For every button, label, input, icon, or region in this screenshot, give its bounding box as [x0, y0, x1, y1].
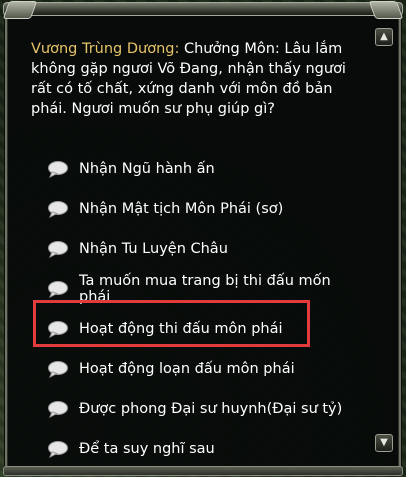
speech-bubble-icon	[48, 401, 68, 418]
speech-bubble-icon	[48, 441, 68, 458]
option-nhan-tu-luyen-chau[interactable]: Nhận Tu Luyện Châu	[47, 229, 347, 269]
npc-name: Vương Trùng Dương:	[31, 41, 180, 57]
option-label: Nhận Tu Luyện Châu	[79, 241, 228, 257]
dialog-message: Vương Trùng Dương: Chưởng Môn: Lâu lắm k…	[31, 39, 361, 119]
highlight-box	[33, 300, 310, 347]
option-nhan-ngu-hanh-an[interactable]: Nhận Ngũ hành ấn	[47, 149, 347, 189]
speech-bubble-icon	[48, 201, 68, 218]
speech-bubble-icon	[48, 361, 68, 378]
option-label: Nhận Mật tịch Môn Phái (sơ)	[79, 201, 284, 217]
speech-bubble-icon	[48, 241, 68, 258]
option-label: Để ta suy nghĩ sau	[79, 441, 215, 457]
option-nhan-mat-tich[interactable]: Nhận Mật tịch Môn Phái (sơ)	[47, 189, 347, 229]
option-label: Hoạt động loạn đấu môn phái	[79, 361, 295, 377]
option-label: Nhận Ngũ hành ấn	[79, 161, 215, 177]
scroll-up-button[interactable]: ▲	[375, 28, 393, 46]
speech-bubble-icon	[48, 161, 68, 178]
speech-bubble-icon	[48, 281, 68, 298]
option-dai-su-huynh[interactable]: Được phong Đại sư huynh(Đại sư tỷ)	[47, 389, 347, 429]
scroll-down-button[interactable]: ▼	[375, 434, 393, 452]
option-hoat-dong-loan-dau[interactable]: Hoạt động loạn đấu môn phái	[47, 349, 347, 389]
option-label: Được phong Đại sư huynh(Đại sư tỷ)	[79, 401, 343, 417]
npc-dialog: ▲ ▼ Vương Trùng Dương: Chưởng Môn: Lâu l…	[3, 2, 403, 476]
dialog-frame-top	[3, 2, 403, 16]
option-suy-nghi-sau[interactable]: Để ta suy nghĩ sau	[47, 429, 347, 469]
